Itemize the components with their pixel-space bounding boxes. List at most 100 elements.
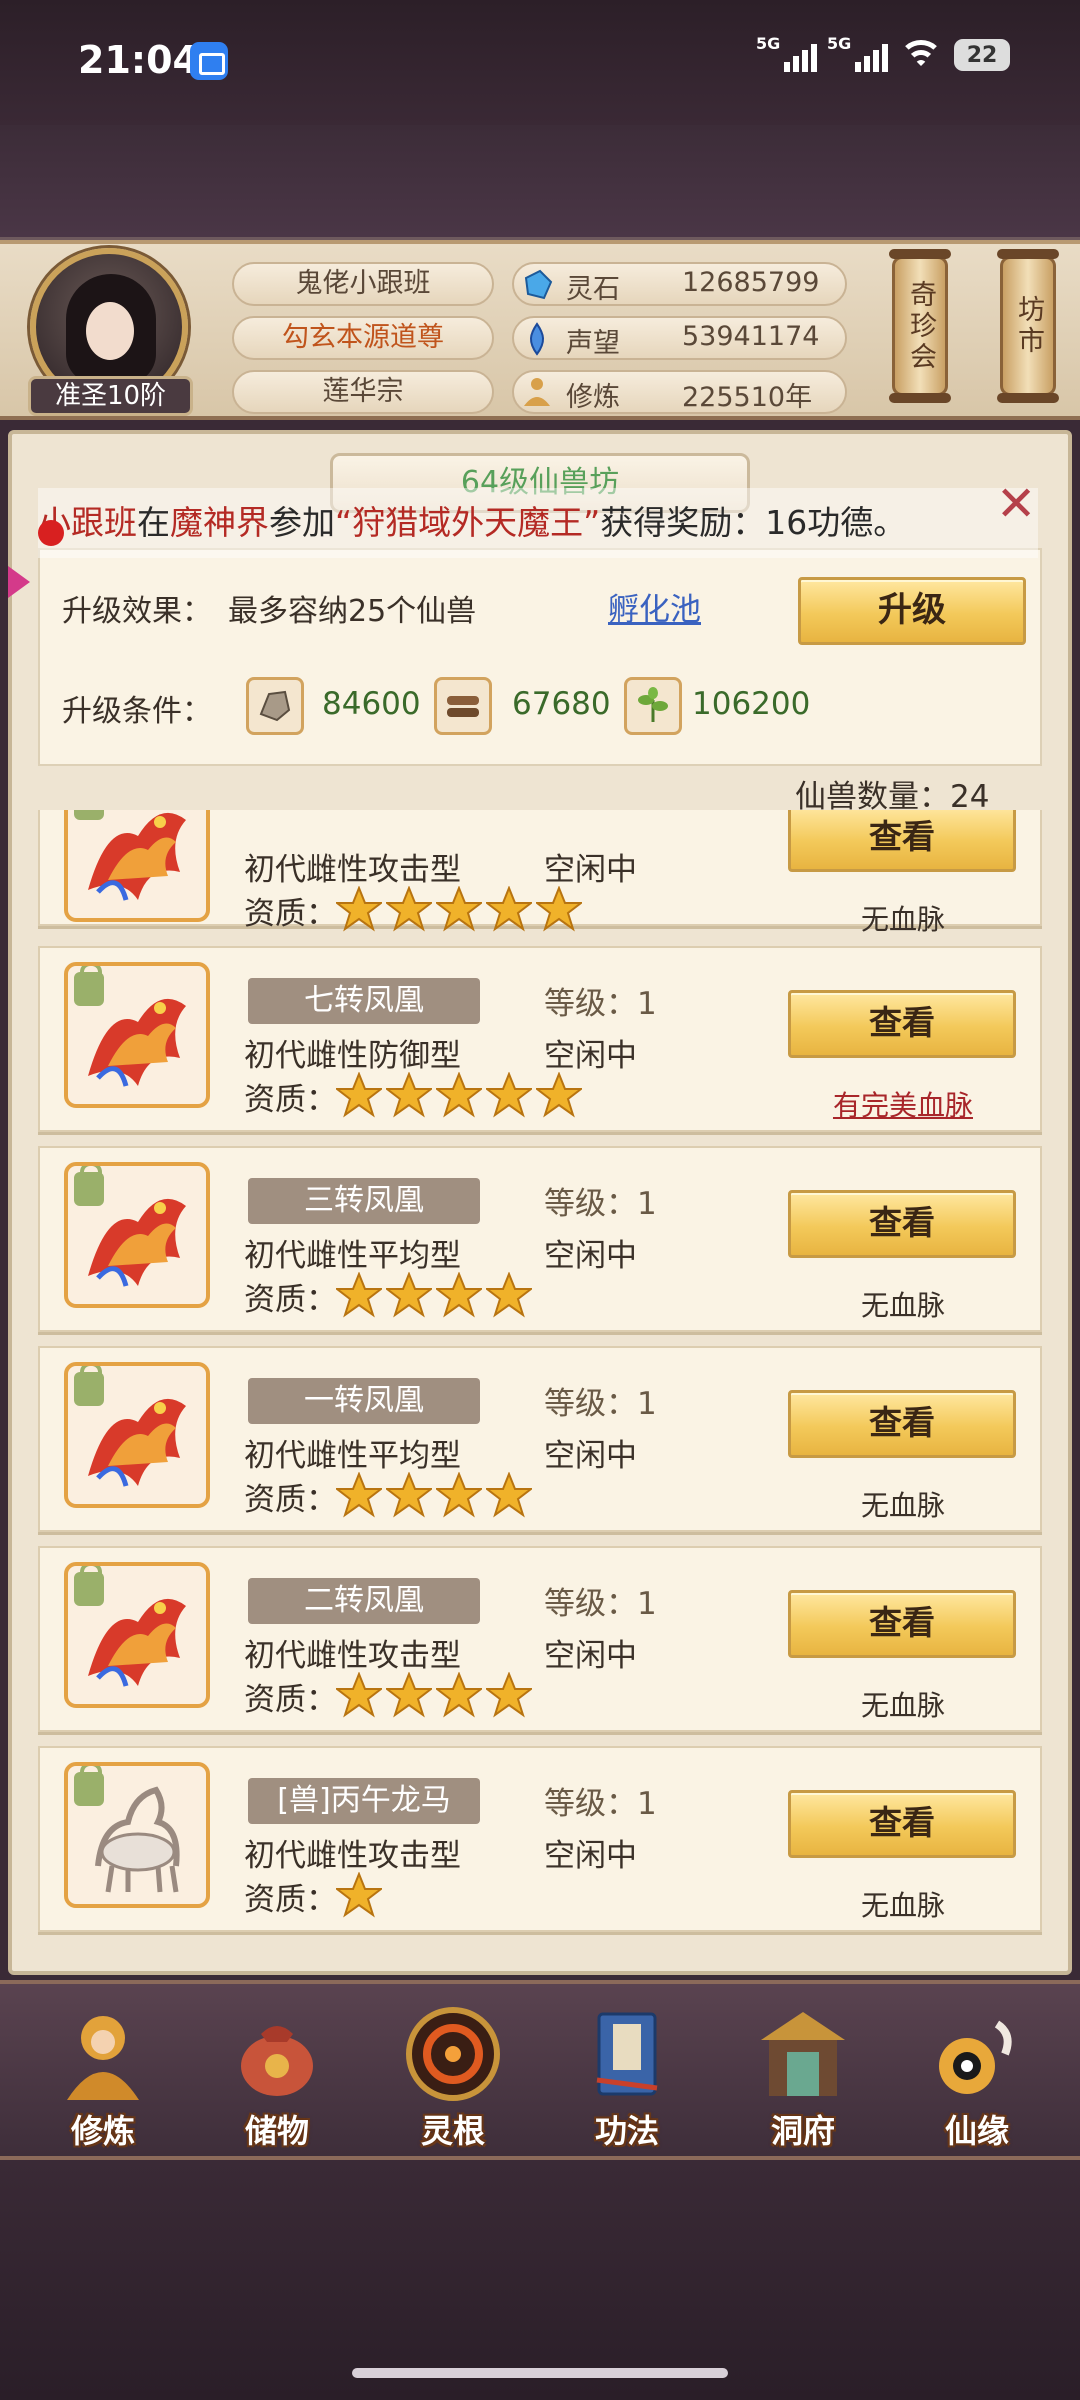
quality-label: 资质：: [244, 1882, 337, 1918]
herb-cost: 106200: [692, 686, 811, 722]
beast-level: 等级：1: [544, 1786, 657, 1822]
beast-card: 二转凤凰 等级：1 初代雌性攻击型 空闲中 资质： 查看 无血脉: [38, 1546, 1042, 1732]
bloodline-status: 无血脉: [860, 1489, 945, 1522]
star-icon: [486, 1472, 532, 1518]
star-icon: [486, 1272, 532, 1318]
player-name: 鬼佬小跟班: [232, 262, 494, 306]
quality-stars: [336, 1872, 382, 1918]
view-button[interactable]: 查看: [788, 1790, 1016, 1858]
hatch-pool-link[interactable]: 孵化池: [608, 584, 701, 629]
star-icon: [336, 1272, 382, 1318]
stat-spirit-stone: 灵石 12685799: [512, 262, 847, 306]
lock-icon: [74, 966, 104, 1006]
beast-state: 空闲中: [544, 852, 637, 888]
beast-count: 仙兽数量：24: [795, 779, 990, 815]
announcement-marquee: 小跟班在魔神界参加“狩猎域外天魔王”获得奖励：16功德。: [38, 488, 1038, 558]
star-icon: [436, 1072, 482, 1118]
bloodline-status: 无血脉: [860, 903, 945, 936]
ore-cost: 84600: [322, 686, 421, 722]
top-decoration: [0, 125, 1080, 240]
upgrade-effect-label: 升级效果：: [62, 594, 212, 629]
beast-name: 七转凤凰: [248, 978, 480, 1024]
notification-dot: [38, 520, 64, 546]
fortune-icon: [939, 2020, 1012, 2094]
cell-signal-icon: 5G: [756, 34, 817, 72]
nav-cultivate[interactable]: 修炼: [28, 1994, 178, 2154]
herb-icon: [624, 677, 682, 735]
bloodline-status[interactable]: 有完美血脉: [798, 1084, 1008, 1124]
beast-portrait[interactable]: [64, 962, 210, 1108]
view-button[interactable]: 查看: [788, 1190, 1016, 1258]
nav-technique[interactable]: 功法: [552, 1994, 702, 2154]
star-icon: [336, 1872, 382, 1918]
upgrade-button[interactable]: 升级: [798, 577, 1026, 645]
stat-cultivation: 修炼 225510年: [512, 370, 847, 414]
star-icon: [436, 886, 482, 932]
star-icon: [486, 1672, 532, 1718]
beast-card: 三转凤凰 等级：1 初代雌性平均型 空闲中 资质： 查看 无血脉: [38, 1146, 1042, 1332]
beast-portrait[interactable]: [64, 1362, 210, 1508]
beast-type: 初代雌性攻击型: [244, 852, 461, 888]
star-icon: [436, 1672, 482, 1718]
ore-icon: [246, 677, 304, 735]
quality-stars: [336, 1472, 532, 1518]
spirit-stone-icon: [524, 269, 553, 300]
player-title: 勾玄本源道尊: [232, 316, 494, 360]
star-icon: [536, 1072, 582, 1118]
view-button[interactable]: 查看: [788, 1590, 1016, 1658]
beast-state: 空闲中: [544, 1638, 637, 1674]
view-button[interactable]: 查看: [788, 1390, 1016, 1458]
quality-stars: [336, 1272, 532, 1318]
nav-cave-mansion[interactable]: 洞府: [728, 1994, 878, 2154]
battery-icon: 22: [954, 39, 1010, 71]
home-indicator[interactable]: [352, 2368, 728, 2378]
nav-spirit-root[interactable]: 灵根: [378, 1994, 528, 2154]
lock-icon: [74, 1166, 104, 1206]
quality-stars: [336, 886, 582, 932]
beast-name: 三转凤凰: [248, 1178, 480, 1224]
beast-state: 空闲中: [544, 1438, 637, 1474]
technique-book-icon: [596, 2012, 658, 2096]
beast-name: [兽]丙午龙马: [248, 1778, 480, 1824]
beast-portrait[interactable]: [64, 1762, 210, 1908]
beast-card: 七转凤凰 等级：1 初代雌性防御型 空闲中 资质： 查看 有完美血脉: [38, 946, 1042, 1132]
quality-label: 资质：: [244, 1082, 337, 1118]
bloodline-status: 无血脉: [860, 1889, 945, 1922]
market-button[interactable]: 坊市: [997, 249, 1059, 403]
beast-state: 空闲中: [544, 1838, 637, 1874]
star-icon: [386, 1272, 432, 1318]
status-bar: 21:04 5G 5G 22: [0, 0, 1080, 125]
star-icon: [536, 886, 582, 932]
nav-fortune[interactable]: 仙缘: [902, 1994, 1052, 2154]
cultivate-icon: [67, 2016, 139, 2100]
star-icon: [486, 1072, 532, 1118]
close-icon[interactable]: ✕: [996, 480, 1036, 528]
side-expand-arrow-icon[interactable]: [8, 566, 30, 598]
star-icon: [386, 1472, 432, 1518]
wood-cost: 67680: [512, 686, 611, 722]
star-icon: [436, 1272, 482, 1318]
beast-portrait[interactable]: [64, 1562, 210, 1708]
lock-icon: [74, 1366, 104, 1406]
beast-card: 一转凤凰 等级：1 初代雌性平均型 空闲中 资质： 查看 无血脉: [38, 1346, 1042, 1532]
star-icon: [386, 1672, 432, 1718]
beast-type: 初代雌性平均型: [244, 1238, 461, 1274]
lock-icon: [74, 1566, 104, 1606]
nav-storage[interactable]: 储物: [202, 1994, 352, 2154]
beast-level: 等级：1: [544, 1186, 657, 1222]
view-button[interactable]: 查看: [788, 990, 1016, 1058]
storage-bag-icon: [241, 2026, 313, 2096]
wood-icon: [434, 677, 492, 735]
star-icon: [336, 1072, 382, 1118]
beast-level: 等级：1: [544, 1386, 657, 1422]
cave-mansion-icon: [761, 2012, 845, 2096]
treasure-fair-button[interactable]: 奇珍会: [889, 249, 951, 403]
cell-signal-icon: 5G: [827, 34, 888, 72]
prestige-icon: [530, 322, 544, 356]
clock: 21:04: [78, 38, 199, 82]
stat-prestige: 声望 53941174: [512, 316, 847, 360]
bloodline-status: 无血脉: [860, 1289, 945, 1322]
beast-portrait[interactable]: [64, 1162, 210, 1308]
star-icon: [486, 886, 532, 932]
upgrade-effect-text: 最多容纳25个仙兽: [228, 594, 477, 629]
